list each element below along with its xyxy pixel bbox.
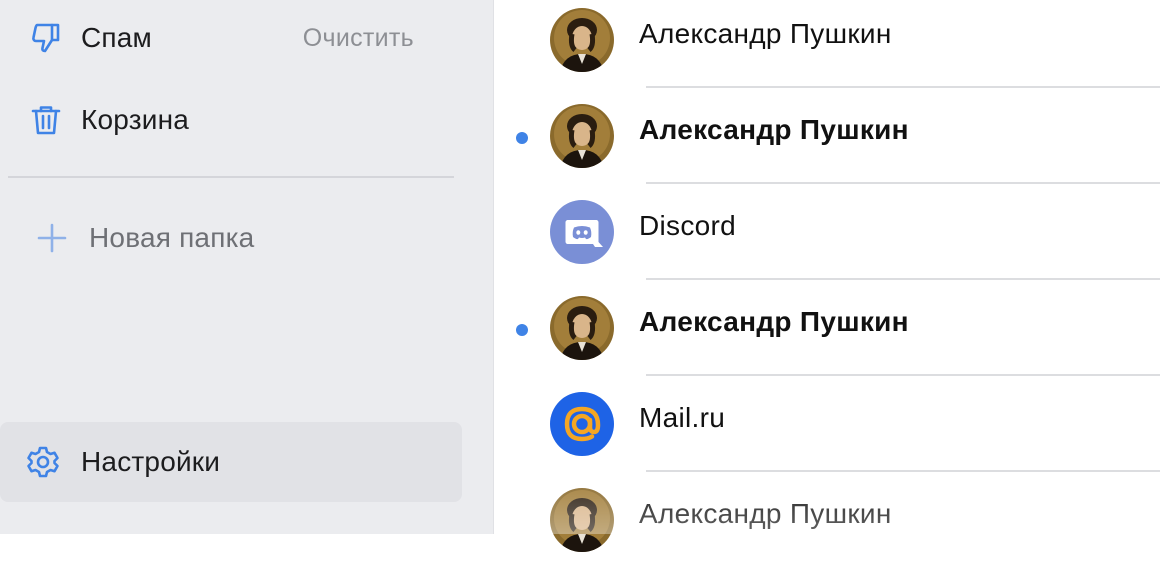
discord-logo bbox=[550, 200, 614, 264]
sender-name: Александр Пушкин bbox=[639, 18, 892, 49]
sender-name: Александр Пушкин bbox=[639, 306, 909, 337]
unread-dot bbox=[516, 132, 528, 144]
sender-name: Mail.ru bbox=[639, 402, 726, 433]
sender-name: Александр Пушкин bbox=[639, 498, 892, 529]
trash-icon bbox=[28, 102, 64, 138]
new-folder-label: Новая папка bbox=[89, 222, 255, 253]
sender-name: Александр Пушкин bbox=[639, 114, 909, 145]
plus-icon bbox=[34, 220, 70, 256]
avatar bbox=[550, 8, 614, 72]
unread-dot bbox=[516, 324, 528, 336]
message-item[interactable]: Александр Пушкин bbox=[494, 280, 1160, 376]
message-item[interactable]: Александр Пушкин bbox=[494, 88, 1160, 184]
sidebar-item-label: Спам bbox=[81, 22, 153, 53]
message-list: Александр Пушкин Александр Пушкин Discor… bbox=[494, 0, 1160, 552]
sender-name: Discord bbox=[639, 210, 737, 241]
avatar bbox=[550, 296, 614, 360]
clear-spam-button[interactable]: Очистить bbox=[303, 24, 414, 53]
sidebar: Спам Очистить Корзина Новая папка Настро… bbox=[0, 0, 494, 534]
thumbs-down-icon bbox=[28, 20, 64, 56]
sidebar-item-label: Корзина bbox=[81, 104, 190, 135]
gear-icon bbox=[25, 444, 61, 480]
sidebar-item-label: Настройки bbox=[81, 446, 221, 477]
message-item[interactable]: Александр Пушкин bbox=[494, 472, 1160, 568]
message-item[interactable]: Mail.ru bbox=[494, 376, 1160, 472]
sidebar-item-settings[interactable]: Настройки bbox=[0, 422, 462, 502]
sidebar-item-trash[interactable]: Корзина bbox=[0, 90, 493, 150]
sidebar-item-spam[interactable]: Спам Очистить bbox=[0, 8, 493, 68]
avatar bbox=[550, 104, 614, 168]
message-item[interactable]: Александр Пушкин bbox=[494, 0, 1160, 88]
message-item[interactable]: Discord bbox=[494, 184, 1160, 280]
mailru-logo bbox=[550, 392, 614, 456]
new-folder-button[interactable]: Новая папка bbox=[0, 208, 493, 268]
sidebar-divider bbox=[8, 176, 454, 178]
avatar bbox=[550, 488, 614, 552]
